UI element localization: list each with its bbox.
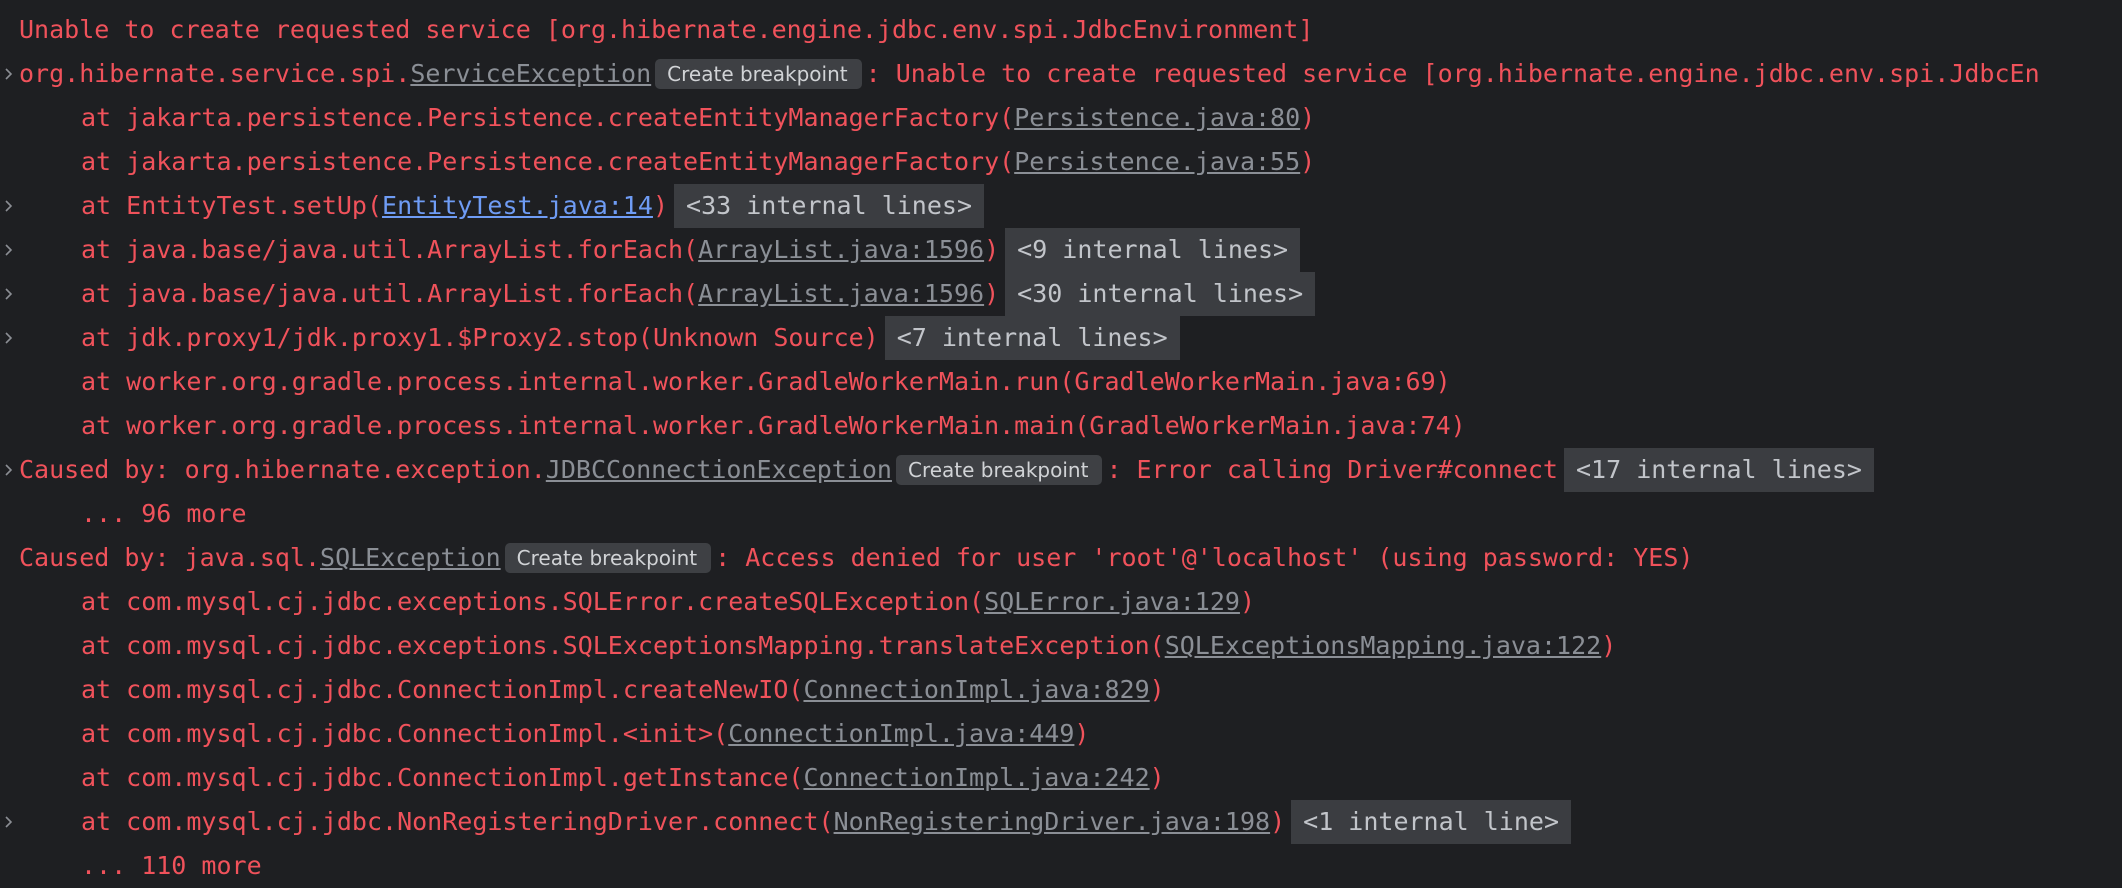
frame-suffix: ) xyxy=(1074,719,1090,748)
chevron-right-icon[interactable] xyxy=(0,272,16,316)
stack-frame: at java.base/java.util.ArrayList.forEach… xyxy=(0,228,2122,272)
frame-text: at jakarta.persistence.Persistence.creat… xyxy=(81,147,1015,176)
source-link[interactable]: ConnectionImpl.java:242 xyxy=(803,756,1149,800)
caused-by-line: Caused by: org.hibernate.exception. JDBCC… xyxy=(0,448,2122,492)
stack-frame: at com.mysql.cj.jdbc.ConnectionImpl.getI… xyxy=(0,756,2122,800)
exception-prefix: Caused by: java.sql. xyxy=(19,543,321,572)
create-breakpoint-button[interactable]: Create breakpoint xyxy=(895,455,1103,485)
frame-text: at com.mysql.cj.jdbc.ConnectionImpl.getI… xyxy=(81,763,804,792)
console-line: Unable to create requested service [org.… xyxy=(0,8,2122,52)
frame-suffix: ) xyxy=(1300,147,1316,176)
source-link[interactable]: ConnectionImpl.java:449 xyxy=(728,712,1074,756)
frame-suffix: ) xyxy=(1601,631,1617,660)
stack-frame: at com.mysql.cj.jdbc.exceptions.SQLExcep… xyxy=(0,624,2122,668)
source-link[interactable]: Persistence.java:80 xyxy=(1014,96,1300,140)
frame-text: at worker.org.gradle.process.internal.wo… xyxy=(81,367,1451,396)
source-link[interactable]: ConnectionImpl.java:829 xyxy=(803,668,1149,712)
stack-frame: at com.mysql.cj.jdbc.ConnectionImpl.crea… xyxy=(0,668,2122,712)
exception-prefix: org.hibernate.service.spi. xyxy=(19,59,411,88)
console-line: ... 110 more xyxy=(0,844,2122,888)
create-breakpoint-button[interactable]: Create breakpoint xyxy=(504,543,712,573)
chevron-right-icon[interactable] xyxy=(0,52,16,96)
frame-suffix: ) xyxy=(984,279,1000,308)
exception-class-link[interactable]: SQLException xyxy=(320,536,501,580)
frame-suffix: ) xyxy=(652,191,669,220)
frame-suffix: ) xyxy=(1300,103,1316,132)
internal-lines-fold[interactable]: <7 internal lines> xyxy=(884,316,1180,360)
frame-text: at com.mysql.cj.jdbc.exceptions.SQLError… xyxy=(81,587,985,616)
exception-prefix: Caused by: org.hibernate.exception. xyxy=(19,455,546,484)
exception-message: : Unable to create requested service [or… xyxy=(865,59,2040,88)
source-link[interactable]: SQLError.java:129 xyxy=(984,580,1240,624)
frame-suffix: ) xyxy=(984,235,1000,264)
chevron-right-icon[interactable] xyxy=(0,228,16,272)
internal-lines-fold[interactable]: <1 internal line> xyxy=(1291,800,1572,844)
frame-text: at java.base/java.util.ArrayList.forEach… xyxy=(81,235,699,264)
exception-class-link[interactable]: ServiceException xyxy=(410,52,651,96)
frame-text: at com.mysql.cj.jdbc.ConnectionImpl.crea… xyxy=(81,675,804,704)
frame-text: at jakarta.persistence.Persistence.creat… xyxy=(81,103,1015,132)
exception-message: : Error calling Driver#connect xyxy=(1106,455,1558,484)
internal-lines-fold[interactable]: <9 internal lines> xyxy=(1005,228,1301,272)
frame-suffix: ) xyxy=(1239,587,1256,616)
stack-frame: at com.mysql.cj.jdbc.ConnectionImpl.<ini… xyxy=(0,712,2122,756)
source-link[interactable]: SQLExceptionsMapping.java:122 xyxy=(1165,624,1602,668)
stack-frame: at worker.org.gradle.process.internal.wo… xyxy=(0,360,2122,404)
console-line: org.hibernate.service.spi. ServiceExcepti… xyxy=(0,52,2122,96)
stack-frame: at jakarta.persistence.Persistence.creat… xyxy=(0,96,2122,140)
frame-text: at com.mysql.cj.jdbc.exceptions.SQLExcep… xyxy=(81,631,1165,660)
source-link[interactable]: EntityTest.java:14 xyxy=(382,184,653,228)
more-frames: ... 96 more xyxy=(81,499,247,528)
console-line: ... 96 more xyxy=(0,492,2122,536)
frame-text: at com.mysql.cj.jdbc.ConnectionImpl.<ini… xyxy=(81,719,729,748)
frame-suffix: ) xyxy=(1149,675,1165,704)
frame-text: at java.base/java.util.ArrayList.forEach… xyxy=(81,279,699,308)
exception-class-link[interactable]: JDBCConnectionException xyxy=(546,448,892,492)
frame-text: at com.mysql.cj.jdbc.NonRegisteringDrive… xyxy=(81,807,834,836)
console-output: Unable to create requested service [org.… xyxy=(0,0,2122,888)
stack-frame: at com.mysql.cj.jdbc.exceptions.SQLError… xyxy=(0,580,2122,624)
chevron-right-icon[interactable] xyxy=(0,448,16,492)
frame-text: at EntityTest.setUp( xyxy=(81,191,383,220)
internal-lines-fold[interactable]: <33 internal lines> xyxy=(674,184,985,228)
stack-frame: at worker.org.gradle.process.internal.wo… xyxy=(0,404,2122,448)
exception-message: : Access denied for user 'root'@'localho… xyxy=(715,543,1694,572)
stack-frame: at java.base/java.util.ArrayList.forEach… xyxy=(0,272,2122,316)
frame-text: at worker.org.gradle.process.internal.wo… xyxy=(81,411,1466,440)
create-breakpoint-button[interactable]: Create breakpoint xyxy=(655,59,862,89)
caused-by-line: Caused by: java.sql. SQLException Create b… xyxy=(0,536,2122,580)
source-link[interactable]: ArrayList.java:1596 xyxy=(698,228,984,272)
chevron-right-icon[interactable] xyxy=(0,184,16,228)
source-link[interactable]: NonRegisteringDriver.java:198 xyxy=(834,800,1271,844)
stack-frame: at com.mysql.cj.jdbc.NonRegisteringDrive… xyxy=(0,800,2122,844)
internal-lines-fold[interactable]: <17 internal lines> xyxy=(1563,448,1874,492)
stack-frame: at EntityTest.setUp(EntityTest.java:14) <… xyxy=(0,184,2122,228)
source-link[interactable]: Persistence.java:55 xyxy=(1014,140,1300,184)
chevron-right-icon[interactable] xyxy=(0,800,16,844)
error-header: Unable to create requested service [org.… xyxy=(19,15,1314,44)
chevron-right-icon[interactable] xyxy=(0,316,16,360)
source-link[interactable]: ArrayList.java:1596 xyxy=(698,272,984,316)
stack-frame: at jakarta.persistence.Persistence.creat… xyxy=(0,140,2122,184)
frame-suffix: ) xyxy=(1270,807,1286,836)
more-frames: ... 110 more xyxy=(81,851,262,880)
stack-frame: at jdk.proxy1/jdk.proxy1.$Proxy2.stop(Un… xyxy=(0,316,2122,360)
frame-suffix: ) xyxy=(1149,763,1165,792)
internal-lines-fold[interactable]: <30 internal lines> xyxy=(1005,272,1316,316)
frame-text: at jdk.proxy1/jdk.proxy1.$Proxy2.stop(Un… xyxy=(81,323,879,352)
